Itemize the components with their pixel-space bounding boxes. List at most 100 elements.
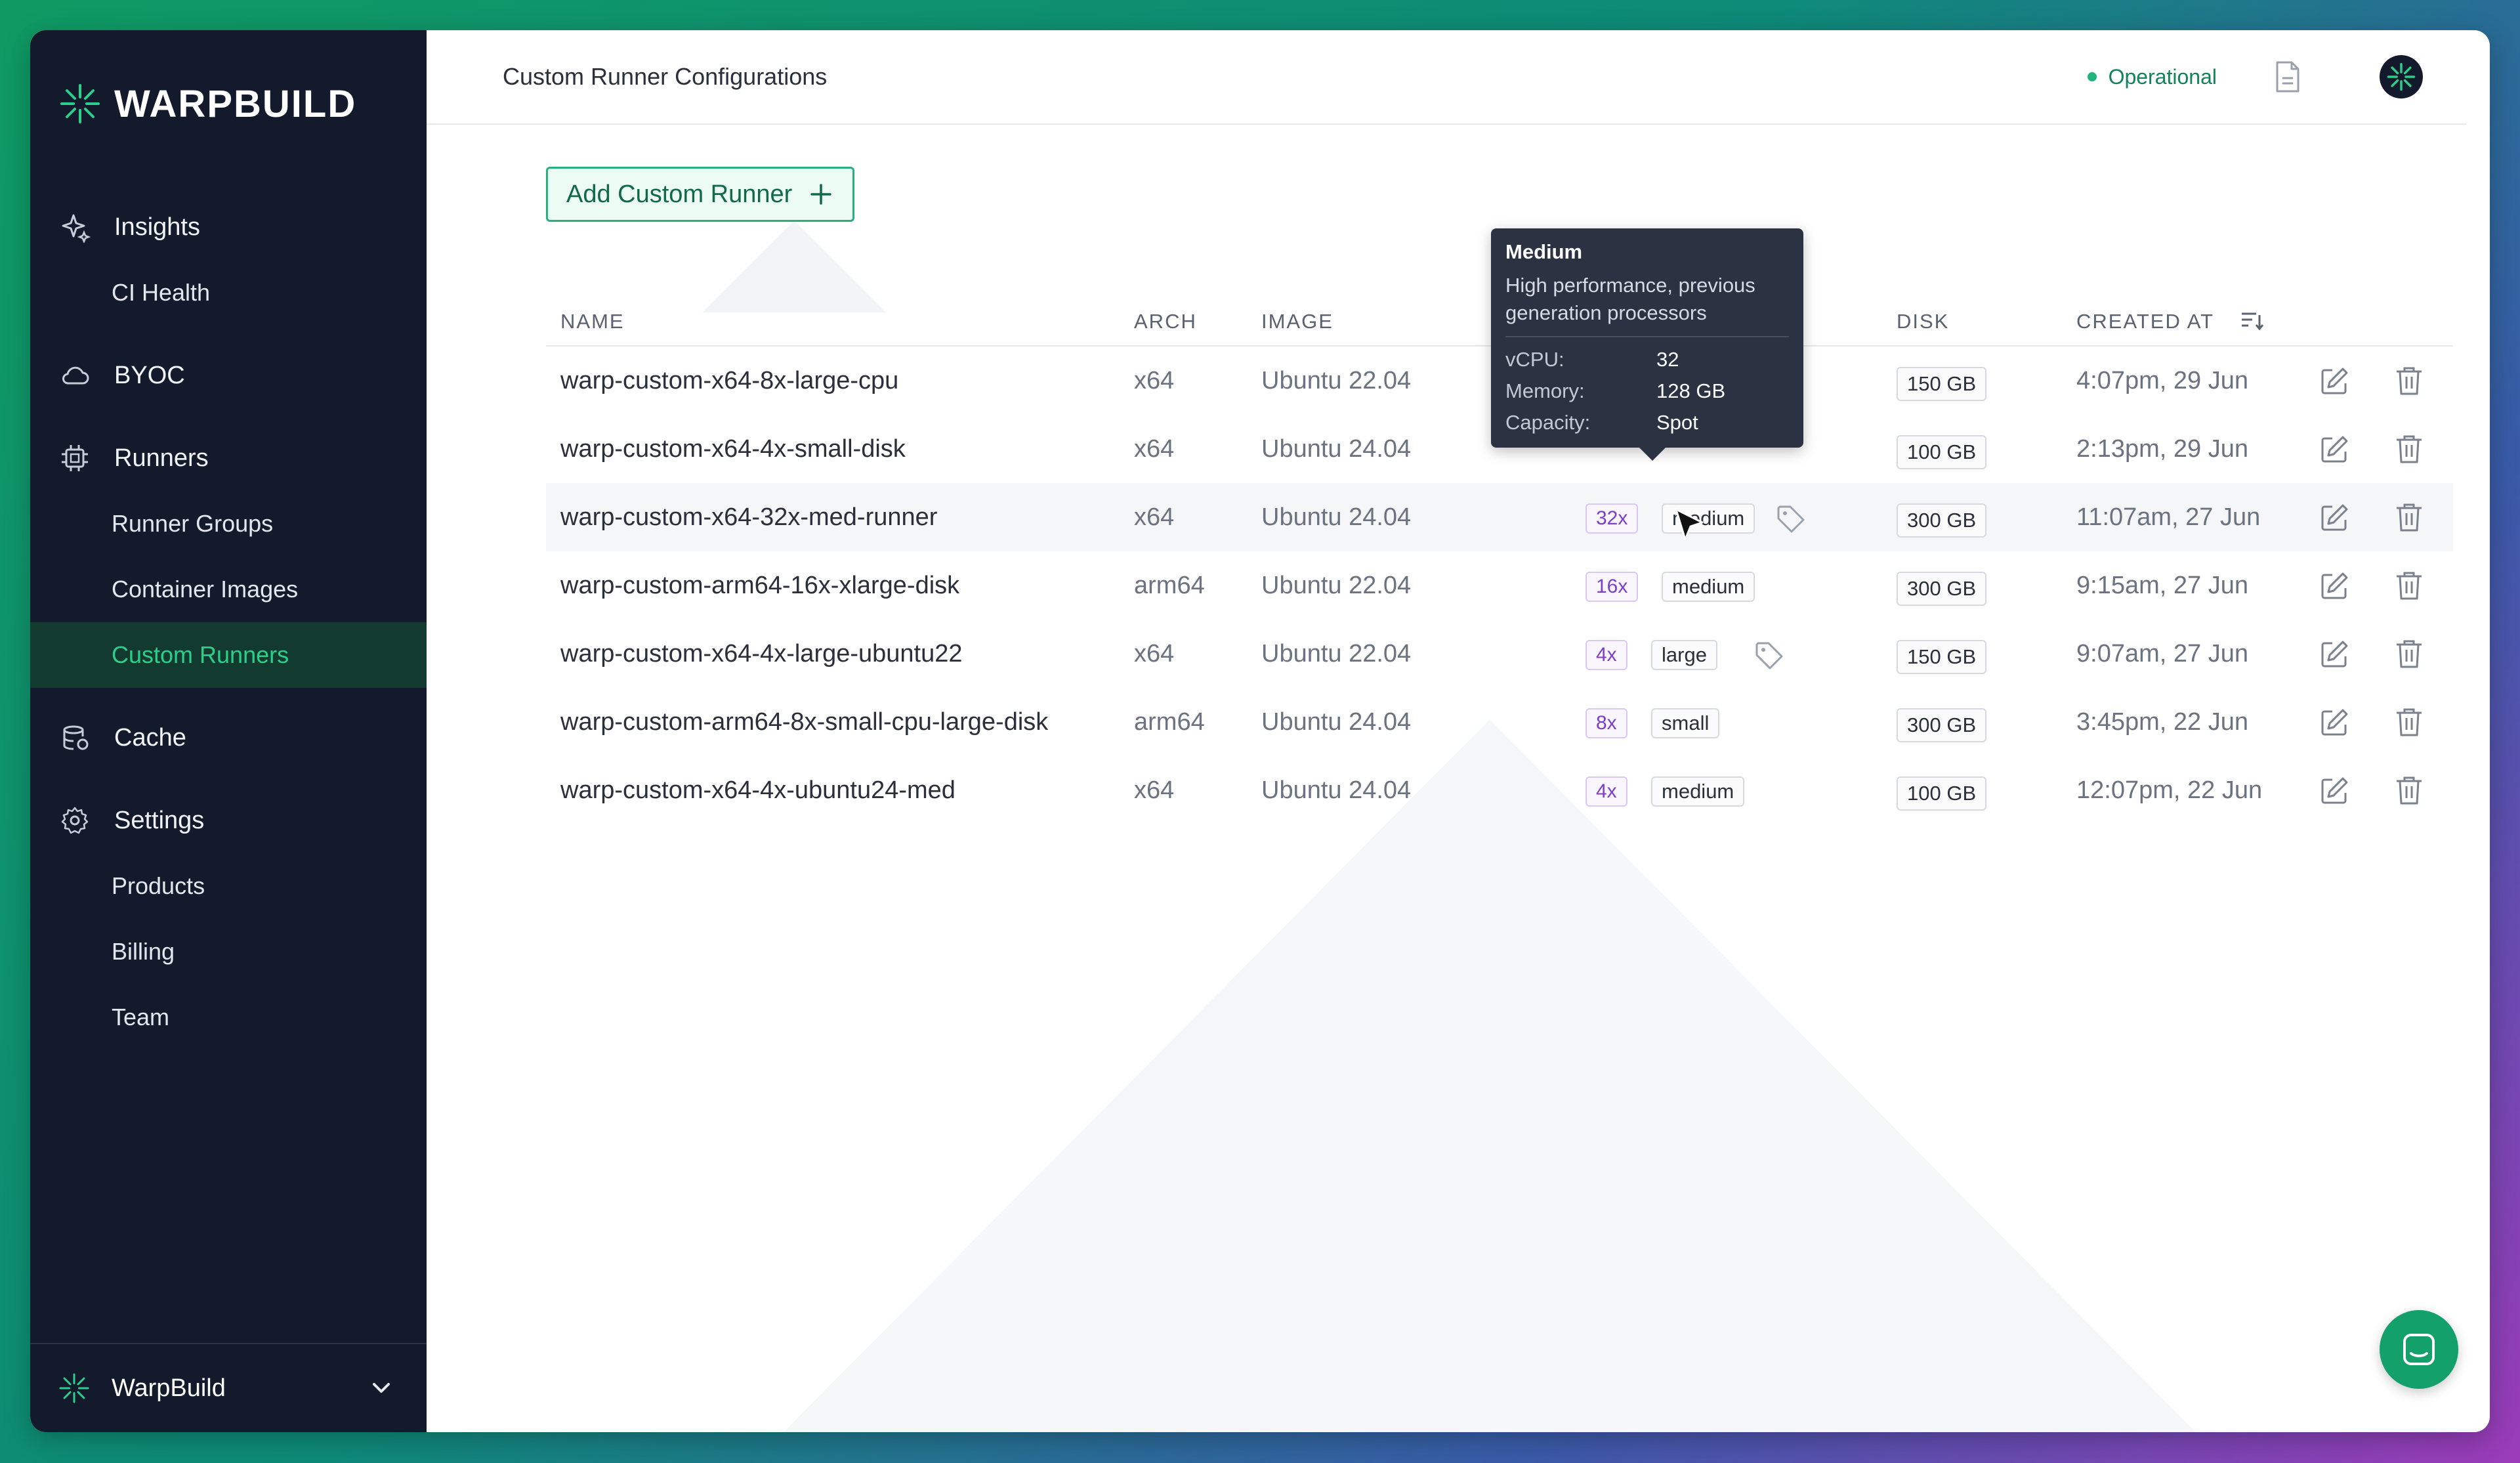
chat-support-button[interactable]	[2380, 1310, 2458, 1389]
runner-image: Ubuntu 22.04	[1261, 571, 1412, 599]
edit-icon[interactable]	[2319, 708, 2349, 738]
tooltip-title: Medium	[1505, 240, 1583, 263]
tooltip-spec-value: Spot	[1656, 411, 1698, 434]
cpu-icon	[59, 442, 91, 474]
tier-tooltip: Medium High performance, previous genera…	[1491, 228, 1803, 461]
delete-icon[interactable]	[2394, 706, 2424, 738]
runner-arch: x64	[1134, 639, 1175, 668]
spot-tag-icon	[1777, 505, 1805, 533]
table-row[interactable]: warp-custom-arm64-16x-xlarge-disk arm64 Ub…	[546, 551, 2453, 620]
column-header-disk[interactable]: DISK	[1897, 310, 1949, 333]
runner-name: warp-custom-x64-4x-ubuntu24-med	[560, 776, 956, 804]
status-dot-icon	[2087, 72, 2097, 81]
runner-name: warp-custom-x64-32x-med-runner	[560, 503, 938, 531]
disk-badge: 150 GB	[1897, 367, 1987, 401]
chat-icon	[2403, 1334, 2435, 1365]
disk-badge: 300 GB	[1897, 572, 1987, 606]
edit-icon[interactable]	[2319, 571, 2349, 601]
database-icon	[59, 722, 91, 753]
created-at: 9:07am, 27 Jun	[2076, 639, 2248, 668]
warpbuild-logo-icon	[59, 1373, 89, 1403]
status-indicator[interactable]: Operational	[2087, 64, 2217, 89]
tier-badge[interactable]: small	[1651, 708, 1720, 738]
brand[interactable]: WARPBUILD	[56, 80, 356, 127]
created-at: 4:07pm, 29 Jun	[2076, 366, 2248, 394]
sidebar-item-runners[interactable]: Runners	[30, 425, 427, 491]
delete-icon[interactable]	[2394, 365, 2424, 396]
background-shape	[774, 719, 2205, 1432]
sparkle-icon	[59, 211, 91, 243]
disk-badge: 100 GB	[1897, 435, 1987, 469]
table-row[interactable]: warp-custom-x64-4x-large-ubuntu22 x64 Ubun…	[546, 620, 2453, 688]
disk-badge: 300 GB	[1897, 708, 1987, 742]
runner-arch: arm64	[1134, 571, 1205, 599]
add-custom-runner-label: Add Custom Runner	[566, 180, 793, 208]
column-header-name[interactable]: NAME	[560, 310, 625, 333]
sidebar-item-products[interactable]: Products	[30, 853, 427, 919]
sidebar-item-insights[interactable]: Insights	[30, 194, 427, 260]
sort-icon[interactable]	[2239, 307, 2265, 333]
created-at: 9:15am, 27 Jun	[2076, 571, 2248, 599]
table-row[interactable]: warp-custom-x64-4x-ubuntu24-med x64 Ubuntu…	[546, 756, 2453, 824]
created-at: 3:45pm, 22 Jun	[2076, 708, 2248, 736]
disk-badge: 150 GB	[1897, 640, 1987, 674]
sidebar-item-billing[interactable]: Billing	[30, 919, 427, 985]
column-header-arch[interactable]: ARCH	[1134, 310, 1197, 333]
runner-image: Ubuntu 24.04	[1261, 708, 1412, 736]
runner-image: Ubuntu 24.04	[1261, 503, 1412, 531]
sidebar-item-cache[interactable]: Cache	[30, 705, 427, 771]
tooltip-spec-value: 32	[1656, 348, 1679, 371]
table-row[interactable]: warp-custom-x64-32x-med-runner x64 Ubuntu …	[546, 483, 2453, 551]
edit-icon[interactable]	[2319, 503, 2349, 533]
runner-arch: x64	[1134, 776, 1175, 804]
sidebar-item-team[interactable]: Team	[30, 985, 427, 1050]
delete-icon[interactable]	[2394, 501, 2424, 533]
tooltip-spec-key: Capacity:	[1505, 411, 1591, 434]
created-at: 12:07pm, 22 Jun	[2076, 776, 2263, 804]
sidebar-item-custom-runners[interactable]: Custom Runners	[30, 622, 427, 688]
edit-icon[interactable]	[2319, 366, 2349, 396]
org-name: WarpBuild	[112, 1374, 226, 1402]
sidebar: WARPBUILD Insights CI Health BYOC Runner…	[30, 30, 427, 1432]
created-at: 2:13pm, 29 Jun	[2076, 435, 2248, 463]
runner-name: warp-custom-x64-8x-large-cpu	[560, 366, 899, 394]
column-header-image[interactable]: IMAGE	[1261, 310, 1334, 333]
status-text: Operational	[2108, 64, 2217, 89]
column-header-created-at[interactable]: CREATED AT	[2076, 310, 2214, 333]
sidebar-item-label: BYOC	[114, 361, 185, 389]
disk-badge: 300 GB	[1897, 503, 1987, 538]
runner-image: Ubuntu 22.04	[1261, 639, 1412, 668]
tooltip-specs: vCPU: 32 Memory: 128 GB Capacity: Spot	[1505, 348, 1789, 435]
docs-icon[interactable]	[2273, 60, 2302, 94]
org-switcher[interactable]: WarpBuild	[30, 1343, 427, 1432]
sidebar-nav: Insights CI Health BYOC Runners Runner G…	[30, 194, 427, 1050]
sidebar-item-runner-groups[interactable]: Runner Groups	[30, 491, 427, 557]
sidebar-item-label: Runners	[114, 444, 209, 472]
tooltip-spec-value: 128 GB	[1656, 379, 1726, 402]
delete-icon[interactable]	[2394, 570, 2424, 601]
delete-icon[interactable]	[2394, 433, 2424, 465]
tier-badge[interactable]: medium	[1651, 776, 1745, 807]
delete-icon[interactable]	[2394, 638, 2424, 669]
plus-icon	[810, 184, 832, 205]
edit-icon[interactable]	[2319, 776, 2349, 806]
sidebar-item-settings[interactable]: Settings	[30, 788, 427, 853]
sidebar-item-byoc[interactable]: BYOC	[30, 343, 427, 408]
tier-badge[interactable]: medium	[1662, 572, 1755, 602]
runner-image: Ubuntu 24.04	[1261, 435, 1412, 463]
tooltip-spec-key: vCPU:	[1505, 348, 1564, 371]
table-row[interactable]: warp-custom-arm64-8x-small-cpu-large-dis…	[546, 688, 2453, 756]
edit-icon[interactable]	[2319, 435, 2349, 465]
runner-arch: arm64	[1134, 708, 1205, 736]
edit-icon[interactable]	[2319, 639, 2349, 669]
tier-badge[interactable]: large	[1651, 640, 1717, 670]
runner-image: Ubuntu 24.04	[1261, 776, 1412, 804]
sidebar-item-ci-health[interactable]: CI Health	[30, 260, 427, 326]
main-content: Custom Runner Configurations Operational	[427, 30, 2490, 1432]
chevron-down-icon	[373, 1383, 390, 1393]
runner-arch: x64	[1134, 366, 1175, 394]
avatar[interactable]	[2380, 55, 2423, 98]
add-custom-runner-button[interactable]: Add Custom Runner	[546, 167, 854, 222]
sidebar-item-container-images[interactable]: Container Images	[30, 557, 427, 622]
delete-icon[interactable]	[2394, 774, 2424, 806]
